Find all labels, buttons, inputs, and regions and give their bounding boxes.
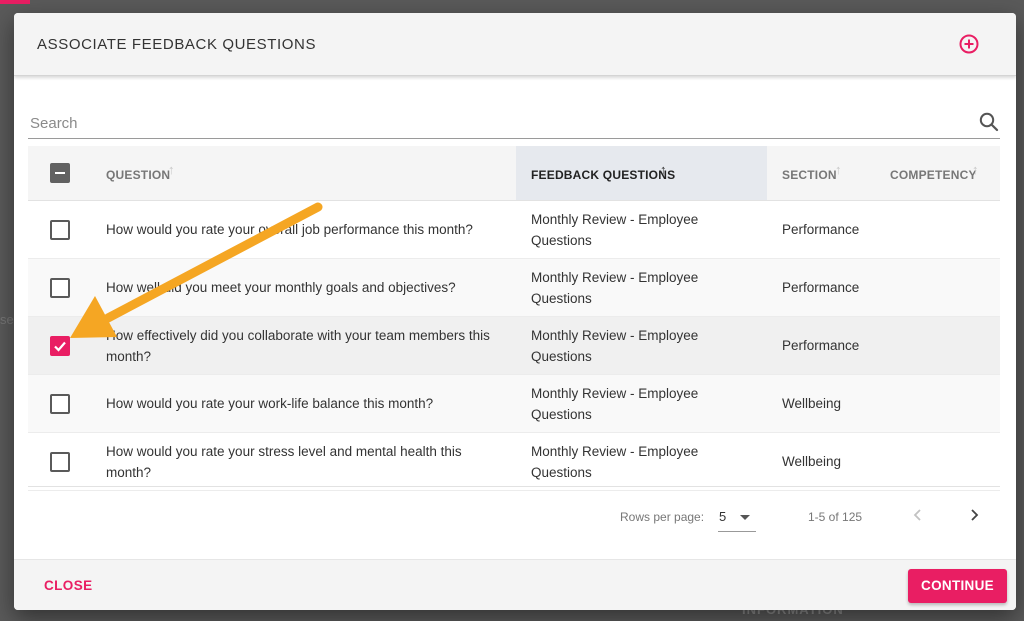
rows-per-page-select[interactable]: 5 <box>718 507 756 532</box>
feedback-questions-text: Monthly Review - Employee Questions <box>531 328 699 364</box>
question-text: How well did you meet your monthly goals… <box>106 280 456 295</box>
feedback-questions-text: Monthly Review - Employee Questions <box>531 386 699 422</box>
row-checkbox[interactable] <box>50 220 70 240</box>
section-text: Performance <box>782 280 860 295</box>
question-text: How would you rate your overall job perf… <box>106 222 473 237</box>
table-row[interactable]: How would you rate your work-life balanc… <box>28 375 1000 433</box>
backdrop-partial-text: se <box>0 312 14 327</box>
column-header-feedback-questions[interactable]: FEEDBACK QUESTIONS ↑ <box>516 146 767 200</box>
dialog-header: ASSOCIATE FEEDBACK QUESTIONS <box>14 13 1016 76</box>
column-header-section[interactable]: SECTION ↑ <box>782 146 882 200</box>
row-checkbox[interactable] <box>50 394 70 414</box>
associate-feedback-questions-dialog: ASSOCIATE FEEDBACK QUESTIONS QUESTION ↑ <box>14 13 1016 610</box>
rows-per-page-label: Rows per page: <box>620 510 705 524</box>
plus-circle-icon <box>959 34 979 54</box>
feedback-questions-text: Monthly Review - Employee Questions <box>531 270 699 306</box>
pagination-range: 1-5 of 125 <box>808 510 863 524</box>
previous-page-button[interactable] <box>907 504 929 526</box>
column-label-question: QUESTION <box>106 168 171 182</box>
table-row[interactable]: How would you rate your stress level and… <box>28 433 1000 491</box>
select-all-checkbox[interactable] <box>50 163 70 183</box>
column-label-section: SECTION <box>782 168 837 182</box>
row-checkbox[interactable] <box>50 278 70 298</box>
section-text: Performance <box>782 338 860 353</box>
table-row[interactable]: How would you rate your overall job perf… <box>28 201 1000 259</box>
feedback-questions-text: Monthly Review - Employee Questions <box>531 212 699 248</box>
sort-arrow-icon: ↑ <box>972 162 979 177</box>
column-label-competency: COMPETENCY <box>890 168 977 182</box>
rows-per-page-value: 5 <box>719 509 727 524</box>
section-text: Performance <box>782 222 860 237</box>
column-label-feedback-questions: FEEDBACK QUESTIONS <box>531 168 676 182</box>
search-field <box>28 106 1000 139</box>
table-row[interactable]: How well did you meet your monthly goals… <box>28 259 1000 317</box>
question-text: How would you rate your work-life balanc… <box>106 396 434 411</box>
questions-table: QUESTION ↑ FEEDBACK QUESTIONS ↑ SECTION … <box>28 146 1000 491</box>
backdrop-accent-bar <box>0 0 30 4</box>
search-icon[interactable] <box>978 111 1000 133</box>
section-text: Wellbeing <box>782 454 842 469</box>
sort-arrow-icon: ↑ <box>835 162 842 177</box>
add-question-button[interactable] <box>958 33 980 55</box>
dialog-title: ASSOCIATE FEEDBACK QUESTIONS <box>37 36 317 53</box>
section-text: Wellbeing <box>782 396 842 411</box>
checkmark-icon <box>54 341 66 352</box>
chevron-left-icon <box>913 509 921 521</box>
search-input[interactable] <box>28 112 962 134</box>
feedback-questions-text: Monthly Review - Employee Questions <box>531 444 699 480</box>
dialog-footer: CLOSE CONTINUE <box>14 559 1016 610</box>
sort-arrow-icon: ↑ <box>168 162 175 177</box>
column-header-question[interactable]: QUESTION ↑ <box>106 146 306 200</box>
sort-arrow-icon: ↑ <box>660 162 667 177</box>
question-text: How effectively did you collaborate with… <box>106 328 490 364</box>
continue-button[interactable]: CONTINUE <box>908 569 1007 603</box>
column-header-competency[interactable]: COMPETENCY ↑ <box>890 146 1000 200</box>
row-checkbox[interactable] <box>50 452 70 472</box>
table-header: QUESTION ↑ FEEDBACK QUESTIONS ↑ SECTION … <box>28 146 1000 201</box>
next-page-button[interactable] <box>963 504 985 526</box>
close-button[interactable]: CLOSE <box>44 578 93 593</box>
question-text: How would you rate your stress level and… <box>106 444 462 480</box>
caret-down-icon <box>740 515 750 520</box>
table-row[interactable]: How effectively did you collaborate with… <box>28 317 1000 375</box>
chevron-right-icon <box>971 509 979 521</box>
row-checkbox[interactable] <box>50 336 70 356</box>
